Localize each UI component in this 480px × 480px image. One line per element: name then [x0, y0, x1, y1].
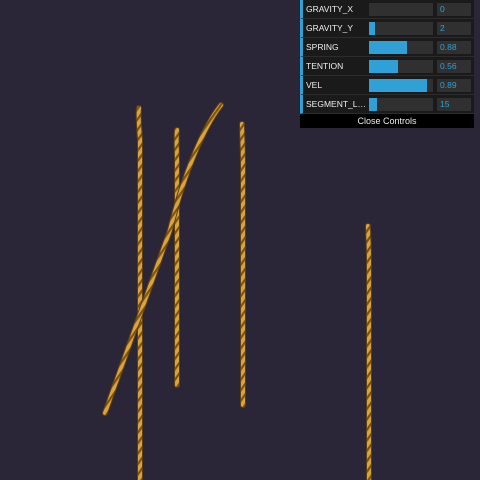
control-value-input[interactable]: 2 [437, 21, 471, 35]
control-row-vel: VEL 0.89 [300, 76, 474, 95]
close-controls-button[interactable]: Close Controls [300, 114, 474, 128]
rope-1[interactable] [135, 105, 143, 480]
control-row-gravity-x: GRAVITY_X 0 [300, 0, 474, 19]
control-slider[interactable] [369, 59, 433, 73]
control-row-gravity-y: GRAVITY_Y 2 [300, 19, 474, 38]
control-value-input[interactable]: 0.88 [437, 40, 471, 54]
control-value-input[interactable]: 0.89 [437, 78, 471, 92]
control-row-tention: TENTION 0.56 [300, 57, 474, 76]
slider-fill [369, 78, 427, 92]
slider-fill [369, 40, 408, 54]
control-slider[interactable] [369, 78, 433, 92]
control-label: TENTION [306, 61, 344, 71]
slider-fill [369, 21, 376, 35]
control-slider[interactable] [369, 2, 433, 16]
control-slider[interactable] [369, 21, 433, 35]
control-row-spring: SPRING 0.88 [300, 38, 474, 57]
controls-panel: GRAVITY_X 0 GRAVITY_Y 2 SPRING 0.88 TENTION 0.5… [300, 0, 474, 128]
rope-5[interactable] [365, 223, 372, 480]
rope-4[interactable] [239, 121, 246, 408]
control-label: GRAVITY_X [306, 4, 354, 14]
control-label: SEGMENT_LEN... [306, 99, 369, 109]
control-label: SPRING [306, 42, 339, 52]
control-label: VEL [306, 80, 323, 90]
control-slider[interactable] [369, 40, 433, 54]
control-label: GRAVITY_Y [306, 23, 354, 33]
control-value-input[interactable]: 0.56 [437, 59, 471, 73]
control-value-input[interactable]: 0 [437, 2, 471, 16]
control-row-segment-len: SEGMENT_LEN... 15 [300, 95, 474, 114]
slider-fill [369, 59, 398, 73]
control-slider[interactable] [369, 97, 433, 111]
control-value-input[interactable]: 15 [437, 97, 471, 111]
rope-3[interactable] [102, 102, 224, 416]
slider-fill [369, 97, 377, 111]
